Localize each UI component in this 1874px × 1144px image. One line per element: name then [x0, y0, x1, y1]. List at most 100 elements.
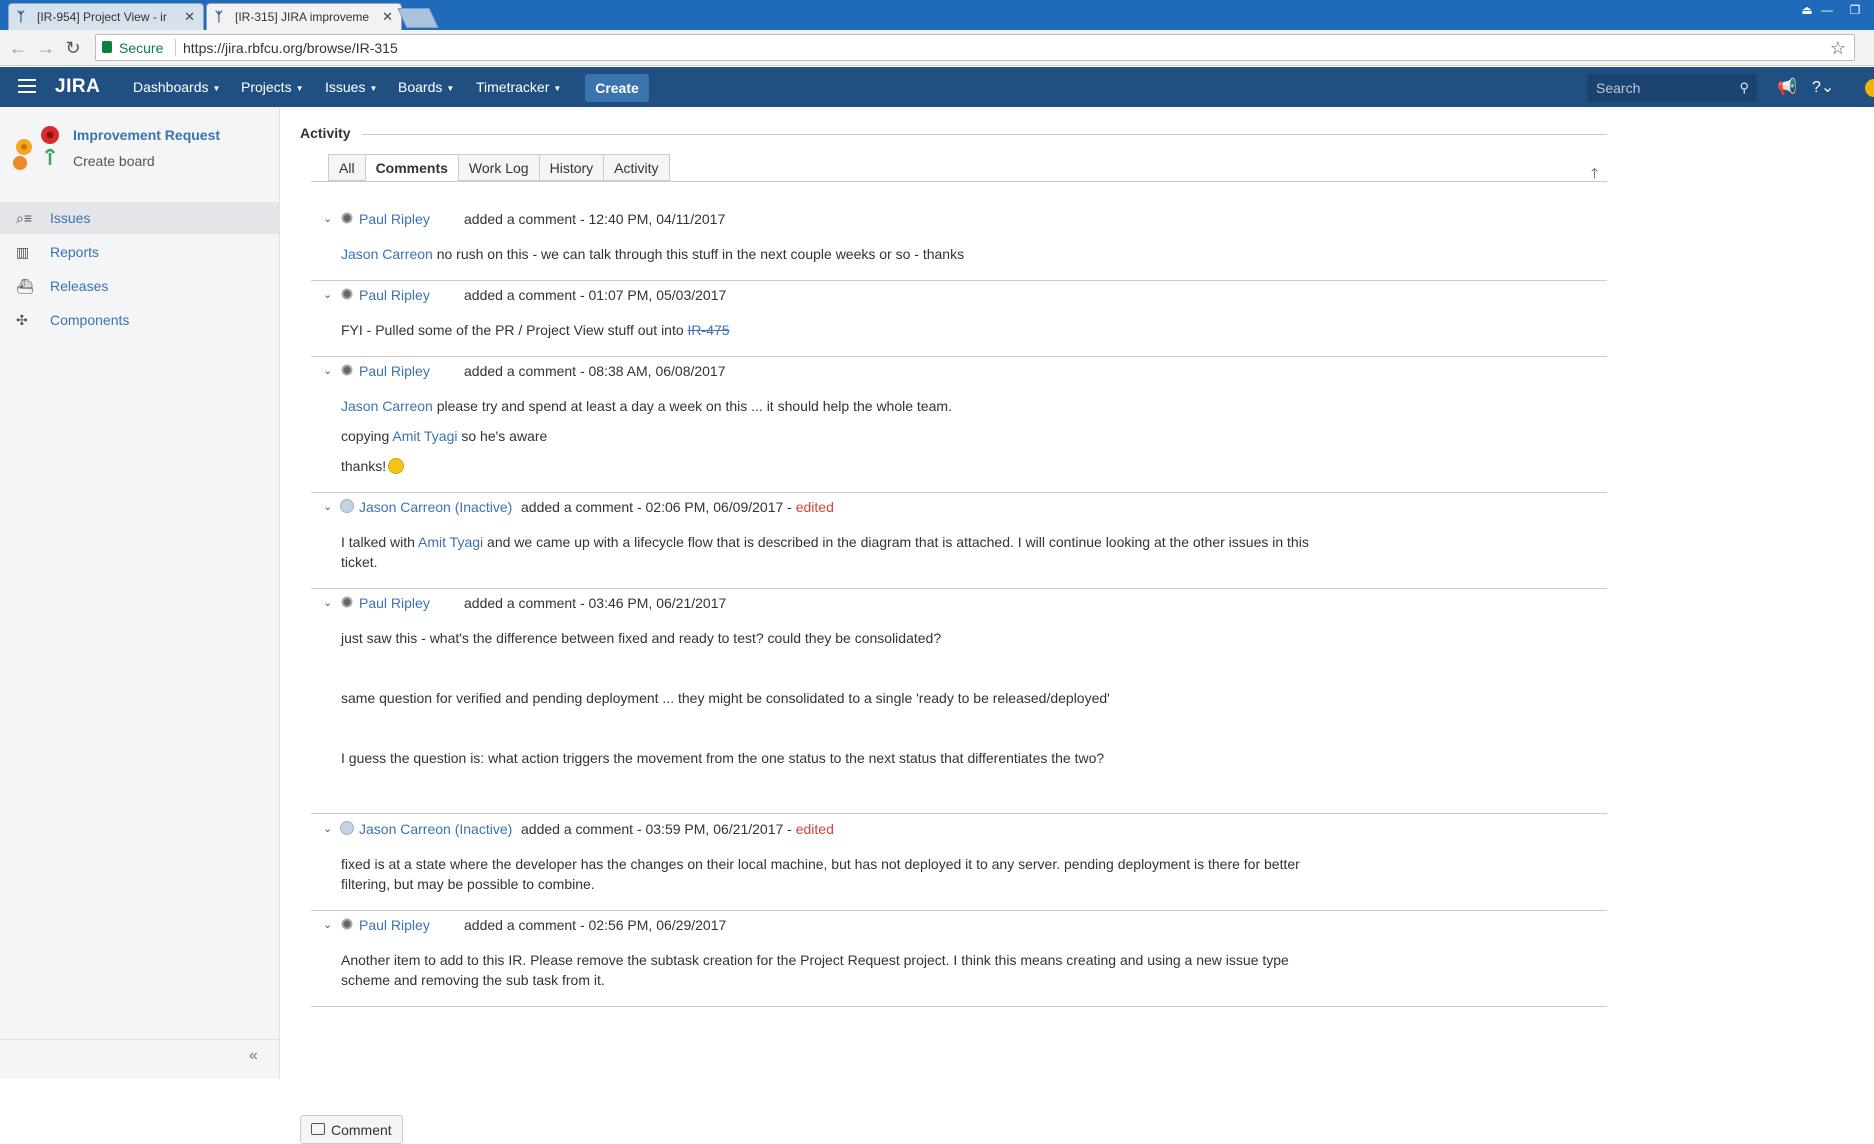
- sidebar-item-issues[interactable]: ⌕≡ Issues: [0, 202, 279, 234]
- project-avatar: [13, 126, 59, 170]
- chevron-down-icon[interactable]: ⌄: [323, 288, 332, 301]
- comment-text: just saw this - what's the difference be…: [341, 630, 942, 646]
- sidebar-item-label: Issues: [50, 210, 91, 226]
- chevron-down-icon[interactable]: ⌄: [323, 500, 332, 513]
- activity-tabs: All Comments Work Log History Activity: [328, 154, 670, 181]
- comment-author[interactable]: Jason Carreon (Inactive): [359, 821, 512, 837]
- divider: [311, 181, 1607, 182]
- comment-text: thanks!: [341, 458, 387, 474]
- chevron-down-icon[interactable]: ⌄: [323, 364, 332, 377]
- jira-header: JIRA Dashboards ▼ Projects ▼ Issues ▼ Board…: [0, 67, 1874, 107]
- browser-tab-project-view[interactable]: ᛉ [IR-954] Project View - ir ✕: [8, 3, 204, 30]
- search-icon[interactable]: ⚲: [1739, 80, 1749, 96]
- sidebar-item-components[interactable]: ✣ Components: [0, 304, 279, 336]
- nav-timetracker[interactable]: Timetracker ▼: [476, 79, 561, 95]
- nav-label: Dashboards: [133, 79, 209, 95]
- nav-projects[interactable]: Projects ▼: [241, 79, 304, 95]
- tab-activity[interactable]: Activity: [603, 154, 670, 181]
- chevron-down-icon[interactable]: ⌄: [323, 822, 332, 835]
- url-text: https://jira.rbfcu.org/browse/IR-315: [183, 40, 398, 56]
- browser-tabstrip: ᛉ [IR-954] Project View - ir ✕ ᛉ [IR-315…: [0, 0, 1874, 30]
- edited-label[interactable]: edited: [796, 499, 834, 515]
- nav-dashboards[interactable]: Dashboards ▼: [133, 79, 220, 95]
- url-field[interactable]: Secure https://jira.rbfcu.org/browse/IR-…: [95, 34, 1855, 61]
- nav-label: Boards: [398, 79, 443, 95]
- comment-body: Jason Carreon no rush on this - we can t…: [341, 244, 1341, 264]
- menu-icon[interactable]: [18, 79, 36, 93]
- issue-link[interactable]: IR-475: [688, 322, 730, 338]
- tab-comments[interactable]: Comments: [364, 154, 458, 181]
- sidebar-item-releases[interactable]: ⛴ Releases: [0, 270, 279, 302]
- close-icon[interactable]: ✕: [382, 9, 393, 25]
- avatar-icon: [340, 287, 354, 301]
- comment-author[interactable]: Jason Carreon (Inactive): [359, 499, 512, 515]
- address-bar: ← → ↻ Secure https://jira.rbfcu.org/brow…: [0, 30, 1874, 66]
- sidebar-item-label: Components: [50, 312, 130, 328]
- nav-issues[interactable]: Issues ▼: [325, 79, 377, 95]
- comment-text: fixed is at a state where the developer …: [341, 856, 1300, 892]
- jira-logo[interactable]: JIRA: [55, 76, 100, 98]
- comment-meta: added a comment - 01:07 PM, 05/03/2017: [464, 287, 727, 303]
- comment-author[interactable]: Paul Ripley: [359, 595, 430, 611]
- main-content: Activity All Comments Work Log History A…: [281, 107, 1874, 1144]
- reports-icon: ▥: [16, 244, 30, 260]
- comment-body: Another item to add to this IR. Please r…: [341, 950, 1341, 990]
- nav-label: Projects: [241, 79, 292, 95]
- comment-meta: added a comment - 02:56 PM, 06/29/2017: [464, 917, 727, 933]
- comment-author[interactable]: Paul Ripley: [359, 917, 430, 933]
- collapse-sidebar-icon[interactable]: «: [249, 1047, 258, 1065]
- comment-text: I talked with: [341, 534, 419, 550]
- reload-icon[interactable]: ↻: [63, 38, 83, 58]
- help-icon[interactable]: ?⌄: [1812, 77, 1834, 97]
- user-mention[interactable]: Jason Carreon: [341, 398, 433, 414]
- chevron-down-icon[interactable]: ⌄: [323, 918, 332, 931]
- user-mention[interactable]: Jason Carreon: [341, 246, 433, 262]
- nav-boards[interactable]: Boards ▼: [398, 79, 454, 95]
- comment-meta: added a comment - 03:59 PM, 06/21/2017 -…: [521, 821, 834, 837]
- search-box: ⚲: [1587, 74, 1757, 102]
- search-input[interactable]: [1587, 74, 1737, 102]
- user-mention[interactable]: Amit Tyagi: [418, 534, 483, 550]
- avatar-icon: [340, 211, 354, 225]
- comment-author[interactable]: Paul Ripley: [359, 287, 430, 303]
- sort-order-icon[interactable]: 🡑: [1591, 163, 1598, 187]
- back-icon[interactable]: ←: [8, 38, 28, 58]
- sidebar-item-label: Releases: [50, 278, 109, 294]
- chevron-down-icon[interactable]: ⌄: [323, 596, 332, 609]
- chevron-down-icon[interactable]: ⌄: [323, 212, 332, 225]
- comment-button[interactable]: Comment: [300, 1115, 403, 1144]
- tab-all[interactable]: All: [328, 154, 365, 181]
- user-mention[interactable]: Amit Tyagi: [392, 428, 457, 444]
- sidebar-item-reports[interactable]: ▥ Reports: [0, 236, 279, 268]
- avatar-icon: [340, 499, 354, 513]
- create-button[interactable]: Create: [585, 74, 649, 102]
- edited-label[interactable]: edited: [796, 821, 834, 837]
- comment-text: and we came up with a lifecycle flow tha…: [341, 534, 1309, 570]
- close-icon[interactable]: ✕: [184, 9, 195, 25]
- forward-icon[interactable]: →: [36, 38, 56, 58]
- avatar-icon: [340, 363, 354, 377]
- comment-meta: added a comment - 08:38 AM, 06/08/2017: [464, 363, 726, 379]
- avatar-icon: [340, 595, 354, 609]
- tab-work-log[interactable]: Work Log: [457, 154, 539, 181]
- caret-down-icon: ▼: [295, 83, 304, 93]
- new-tab-button[interactable]: [397, 8, 439, 28]
- project-name[interactable]: Improvement Request: [73, 127, 220, 143]
- comment-body: I guess the question is: what action tri…: [341, 748, 1341, 768]
- comment-author[interactable]: Paul Ripley: [359, 363, 430, 379]
- comment-meta-text: added a comment - 02:06 PM, 06/09/2017 -: [521, 499, 796, 515]
- restore-icon[interactable]: ❐: [1838, 0, 1872, 20]
- comment-body: same question for verified and pending d…: [341, 688, 1341, 708]
- caret-down-icon: ▼: [446, 83, 455, 93]
- browser-tab-jira-improvement[interactable]: ᛉ [IR-315] JIRA improveme ✕: [206, 3, 402, 30]
- comment-meta-text: added a comment - 03:59 PM, 06/21/2017 -: [521, 821, 796, 837]
- create-board-link[interactable]: Create board: [73, 153, 155, 169]
- comment-author[interactable]: Paul Ripley: [359, 211, 430, 227]
- comment-text: please try and spend at least a day a we…: [432, 398, 952, 414]
- comment-body: I talked with Amit Tyagi and we came up …: [341, 532, 1341, 572]
- announcement-icon[interactable]: 📢: [1777, 77, 1797, 97]
- tab-history[interactable]: History: [538, 154, 604, 181]
- bookmark-star-icon[interactable]: ☆: [1830, 38, 1846, 59]
- user-avatar[interactable]: [1865, 79, 1874, 97]
- comment-text: copying: [341, 428, 393, 444]
